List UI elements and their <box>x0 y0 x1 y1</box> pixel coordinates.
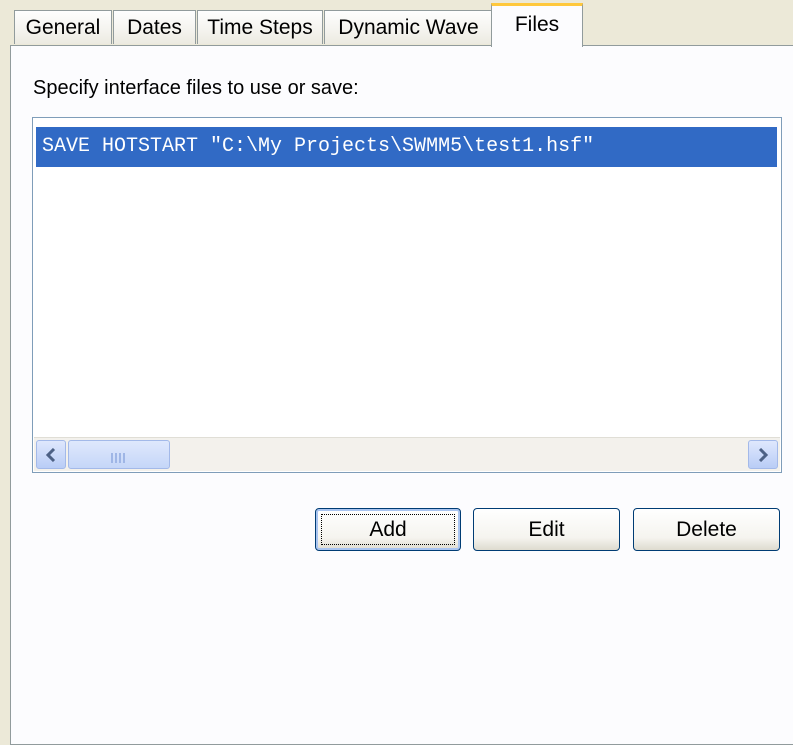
delete-button[interactable]: Delete <box>633 508 780 551</box>
delete-button-label: Delete <box>676 517 737 541</box>
interface-files-prompt: Specify interface files to use or save: <box>33 77 359 99</box>
interface-files-listbox[interactable]: SAVE HOTSTART "C:\My Projects\SWMM5\test… <box>32 117 782 473</box>
chevron-left-icon <box>45 448 56 462</box>
chevron-right-icon <box>758 448 769 462</box>
add-button-label: Add <box>369 517 407 541</box>
scroll-left-button[interactable] <box>36 440 66 469</box>
list-item[interactable]: SAVE HOTSTART "C:\My Projects\SWMM5\test… <box>36 127 777 167</box>
scroll-thumb[interactable] <box>68 440 170 469</box>
scroll-right-button[interactable] <box>748 440 778 469</box>
tab-general[interactable]: General <box>14 10 112 44</box>
horizontal-scrollbar[interactable] <box>34 437 780 471</box>
tab-time-steps[interactable]: Time Steps <box>197 10 323 44</box>
tab-dates[interactable]: Dates <box>113 10 196 44</box>
tab-dynamic-wave[interactable]: Dynamic Wave <box>324 10 493 44</box>
add-button[interactable]: Add <box>315 508 461 551</box>
tab-files[interactable]: Files <box>491 3 583 47</box>
grip-icon <box>111 450 129 463</box>
edit-button-label: Edit <box>528 517 565 541</box>
tab-strip: General Dates Time Steps Dynamic Wave Fi… <box>0 0 793 47</box>
edit-button[interactable]: Edit <box>473 508 620 551</box>
